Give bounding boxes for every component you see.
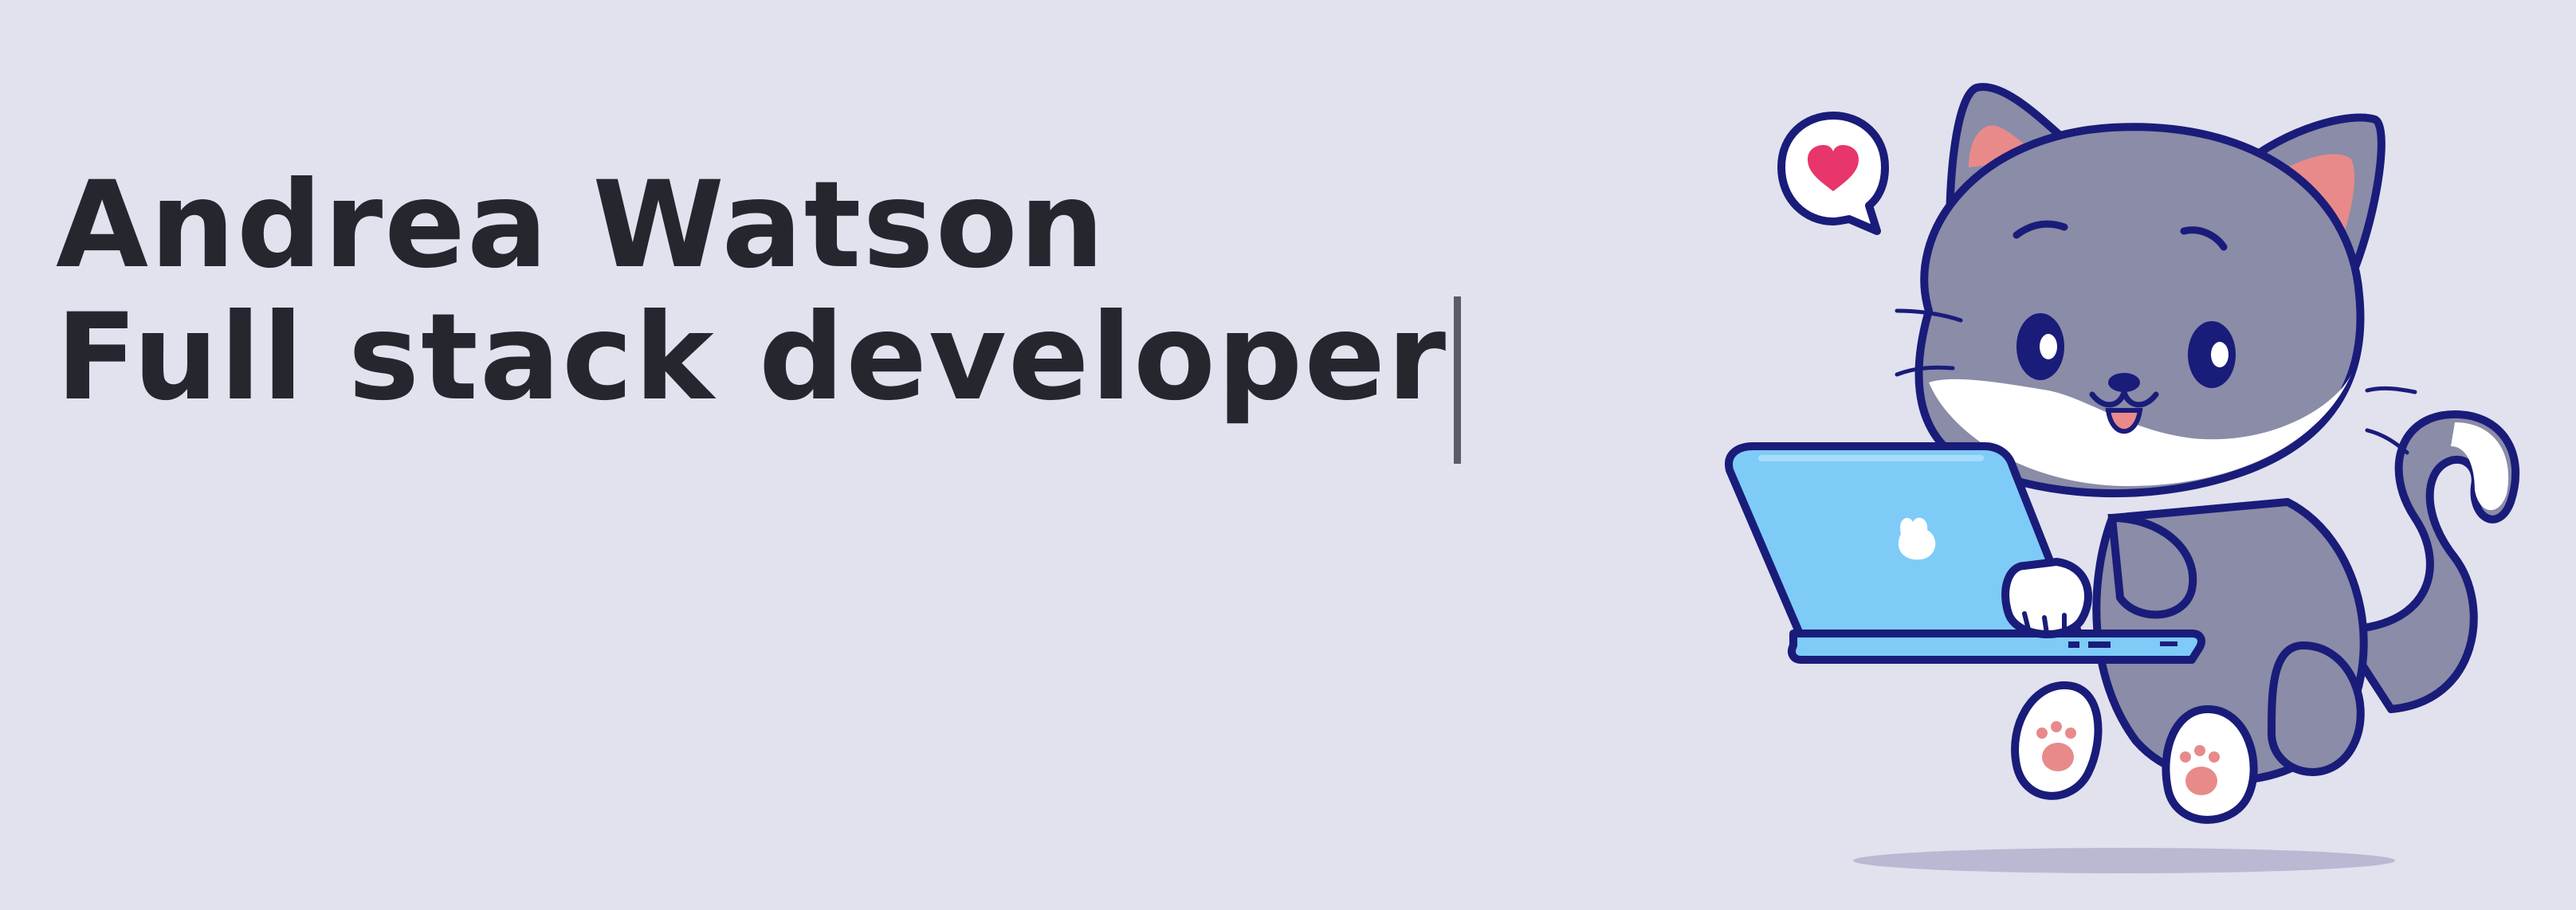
cat-head	[1895, 83, 2417, 498]
speech-bubble	[1777, 112, 1889, 235]
ground-shadow	[1853, 848, 2395, 873]
cat-back-leg	[2267, 641, 2365, 776]
text-cursor	[1454, 296, 1462, 464]
typed-role-line: Full stack developer	[56, 288, 1462, 464]
hero-headline: Andrea Watson Full stack developer	[56, 156, 1462, 464]
cat-right-foot	[2162, 704, 2258, 824]
developer-name: Andrea Watson	[56, 156, 1106, 295]
cat-laptop-illustration	[1725, 83, 2520, 873]
hero-section: Andrea Watson Full stack developer	[0, 0, 2576, 910]
cat-left-foot	[2011, 681, 2103, 800]
laptop-base	[1788, 630, 2205, 664]
developer-role: Full stack developer	[56, 288, 1448, 427]
